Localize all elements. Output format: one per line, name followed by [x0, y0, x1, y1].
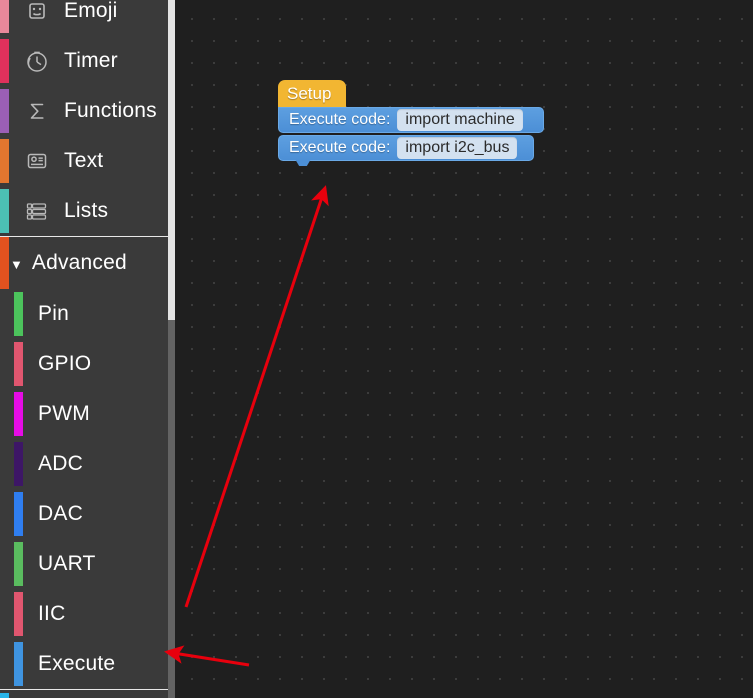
toolbox-label-advanced: Advanced — [31, 251, 127, 274]
toolbox-scrollbar-track-lower[interactable] — [168, 320, 175, 698]
toolbox-swatch-gpio — [14, 342, 23, 386]
chevron-down-icon[interactable]: ▼ — [10, 258, 23, 271]
toolbox-label-emoji: Emoji — [64, 0, 118, 22]
toolbox-item-gpio[interactable]: GPIO — [0, 339, 175, 389]
toolbox-swatch-pin — [14, 292, 23, 336]
blockly-workspace-canvas[interactable]: Setup Execute code: import machine Execu… — [175, 0, 753, 698]
toolbox-swatch-dac — [14, 492, 23, 536]
toolbox-item-lists[interactable]: Lists — [0, 186, 175, 236]
toolbox-label-dac: DAC — [38, 502, 83, 525]
stopwatch-icon — [14, 36, 60, 86]
block-execute-code-1[interactable]: Execute code: import machine — [278, 107, 544, 133]
toolbox-swatch-functions — [0, 89, 9, 133]
toolbox-label-lists: Lists — [64, 199, 109, 222]
toolbox-swatch-uart — [14, 542, 23, 586]
toolbox-label-uart: UART — [38, 552, 96, 575]
toolbox-swatch-adc — [14, 442, 23, 486]
block-setup-hat[interactable]: Setup — [278, 80, 346, 114]
toolbox-label-functions: Functions — [64, 99, 157, 122]
toolbox-swatch-execute — [14, 642, 23, 686]
toolbox-scrollbar-thumb[interactable] — [168, 0, 175, 320]
blockly-toolbox[interactable]: Emoji Timer Functions Text Lists ▼ Advan… — [0, 0, 175, 698]
toolbox-swatch-advanced — [0, 237, 9, 289]
app-root: Emoji Timer Functions Text Lists ▼ Advan… — [0, 0, 753, 698]
toolbox-swatch-timer — [0, 39, 9, 83]
toolbox-label-adc: ADC — [38, 452, 83, 475]
toolbox-item-footer[interactable] — [0, 690, 175, 698]
block-execute-code-2-notch — [295, 159, 311, 166]
toolbox-label-pin: Pin — [38, 302, 69, 325]
block-execute-code-1-field[interactable]: import machine — [397, 109, 523, 131]
toolbox-swatch-emoji — [0, 0, 9, 33]
toolbox-item-text[interactable]: Text — [0, 136, 175, 186]
toolbox-label-iic: IIC — [38, 602, 66, 625]
block-execute-code-1-label: Execute code: — [289, 111, 391, 128]
toolbox-swatch-lists — [0, 189, 9, 233]
block-stack-setup[interactable]: Setup Execute code: import machine Execu… — [278, 80, 544, 166]
toolbox-group-advanced[interactable]: ▼ Advanced — [0, 237, 175, 289]
toolbox-label-timer: Timer — [64, 49, 118, 72]
toolbox-item-uart[interactable]: UART — [0, 539, 175, 589]
toolbox-item-dac[interactable]: DAC — [0, 489, 175, 539]
toolbox-swatch-footer — [0, 693, 9, 698]
toolbox-label-pwm: PWM — [38, 402, 90, 425]
block-execute-code-2[interactable]: Execute code: import i2c_bus — [278, 135, 534, 166]
block-execute-code-2-field[interactable]: import i2c_bus — [397, 137, 518, 159]
toolbox-item-pwm[interactable]: PWM — [0, 389, 175, 439]
sigma-icon — [14, 86, 60, 136]
block-execute-code-2-label: Execute code: — [289, 139, 391, 156]
toolbox-label-text: Text — [64, 149, 104, 172]
toolbox-scroll-content: Emoji Timer Functions Text Lists ▼ Advan… — [0, 0, 175, 698]
toolbox-label-execute: Execute — [38, 652, 116, 675]
toolbox-item-execute[interactable]: Execute — [0, 639, 175, 689]
toolbox-item-functions[interactable]: Functions — [0, 86, 175, 136]
toolbox-item-pin[interactable]: Pin — [0, 289, 175, 339]
text-card-icon — [14, 136, 60, 186]
toolbox-item-emoji[interactable]: Emoji — [0, 0, 175, 36]
toolbox-swatch-pwm — [14, 392, 23, 436]
toolbox-item-iic[interactable]: IIC — [0, 589, 175, 639]
toolbox-item-timer[interactable]: Timer — [0, 36, 175, 86]
toolbox-item-adc[interactable]: ADC — [0, 439, 175, 489]
emoji-icon — [14, 0, 60, 36]
toolbox-label-gpio: GPIO — [38, 352, 92, 375]
block-setup-label: Setup — [287, 84, 332, 103]
lists-icon — [14, 186, 60, 236]
toolbox-swatch-iic — [14, 592, 23, 636]
toolbox-swatch-text — [0, 139, 9, 183]
